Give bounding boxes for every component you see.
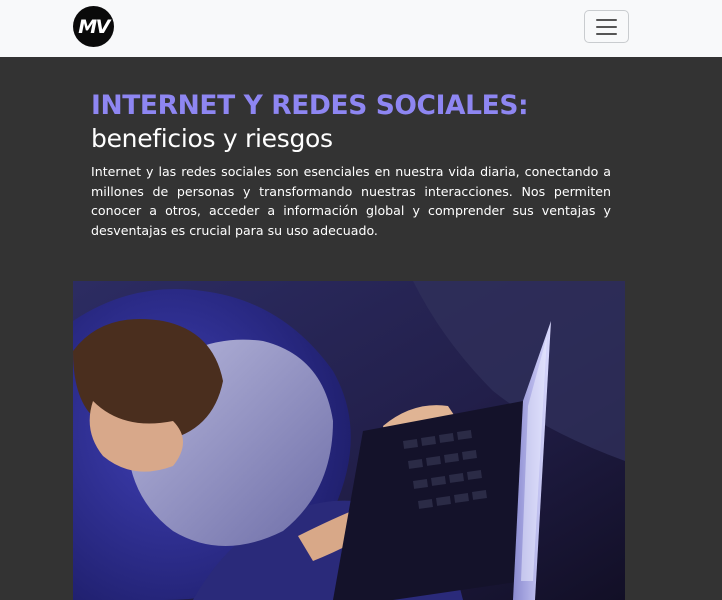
- intro-paragraph: Internet y las redes sociales son esenci…: [91, 164, 611, 238]
- hero-image: [73, 281, 625, 600]
- hamburger-menu-icon: [596, 18, 617, 21]
- hamburger-menu-icon-line: [596, 25, 617, 28]
- main-content: INTERNET Y REDES SOCIALES: beneficios y …: [0, 57, 722, 600]
- page-title: INTERNET Y REDES SOCIALES:: [91, 90, 529, 121]
- brand-logo[interactable]: MV: [73, 6, 114, 47]
- child-using-laptop-photo: [73, 281, 625, 600]
- brand-logo-text: MV: [78, 15, 110, 38]
- hamburger-menu-icon-line: [596, 32, 617, 35]
- navbar: MV: [0, 0, 722, 57]
- menu-toggle-button[interactable]: [584, 10, 629, 43]
- image-side-space: [625, 281, 722, 600]
- page-subtitle: beneficios y riesgos: [91, 124, 333, 153]
